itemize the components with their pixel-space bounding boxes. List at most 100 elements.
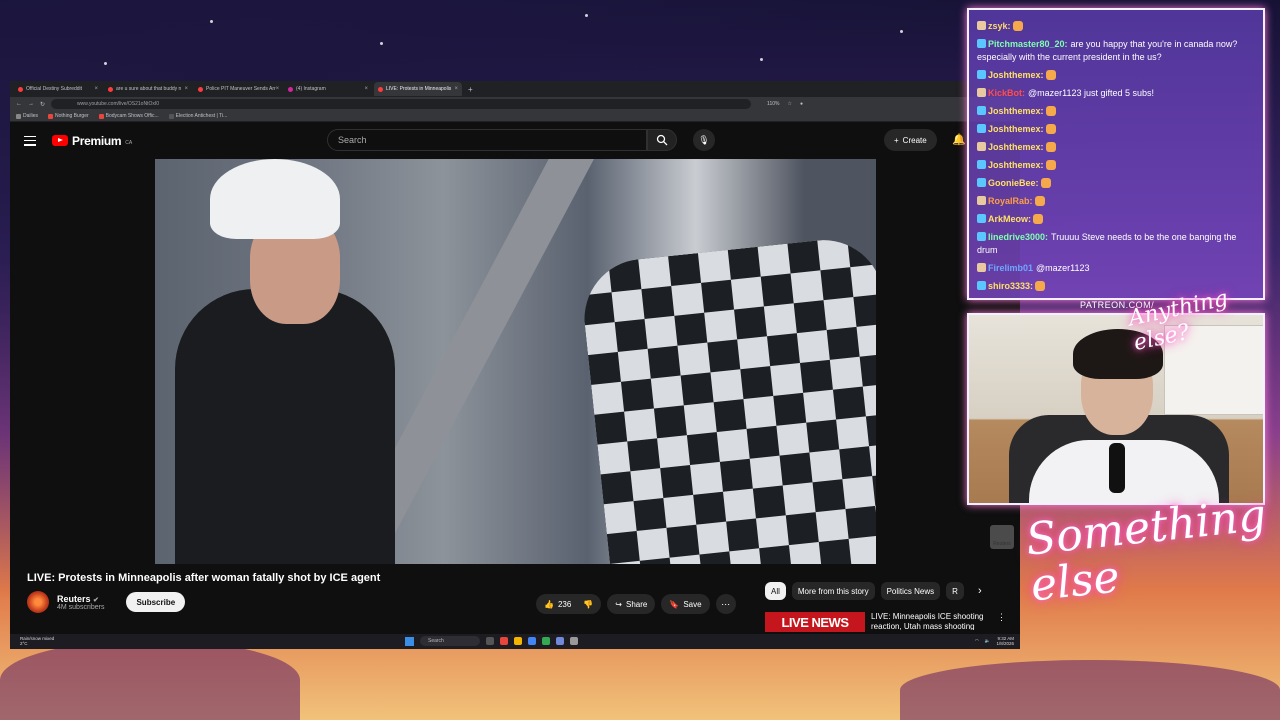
chat-username[interactable]: linedrive3000: bbox=[988, 232, 1048, 242]
task-view-icon[interactable] bbox=[486, 637, 494, 645]
save-label: Save bbox=[683, 599, 702, 609]
weather-widget[interactable]: Rain/snow mixed 2°C bbox=[20, 636, 54, 646]
save-button[interactable]: 🔖 Save bbox=[661, 594, 710, 614]
chevron-right-icon[interactable]: › bbox=[978, 585, 982, 597]
close-icon[interactable]: × bbox=[364, 86, 368, 92]
subscriber-count: 4M subscribers bbox=[57, 603, 105, 611]
chip-more-from-story[interactable]: More from this story bbox=[791, 582, 875, 600]
sub-badge-icon bbox=[977, 214, 986, 223]
browser-icon[interactable] bbox=[500, 637, 508, 645]
chat-username[interactable]: GoonieBee: bbox=[988, 178, 1039, 188]
chip-all[interactable]: All bbox=[765, 582, 786, 600]
system-tray: ◠ 🔈 9:32 AM 1/8/2026 bbox=[975, 636, 1014, 646]
search-button[interactable] bbox=[647, 129, 677, 151]
channel-watermark[interactable]: Reuters bbox=[990, 525, 1014, 549]
chat-username[interactable]: Pitchmaster80_20: bbox=[988, 39, 1068, 49]
chat-text: @mazer1123 just gifted 5 subs! bbox=[1028, 88, 1155, 98]
emote-icon bbox=[1045, 124, 1056, 134]
channel-avatar[interactable] bbox=[27, 591, 49, 613]
webcam-microphone bbox=[1109, 443, 1125, 493]
url-field[interactable]: www.youtube.com/live/OS21oNtOxI0 bbox=[51, 99, 752, 109]
reload-icon[interactable]: ↻ bbox=[40, 101, 45, 108]
chat-username[interactable]: Joshthemex: bbox=[988, 70, 1044, 80]
zoom-level[interactable]: 110% bbox=[767, 101, 779, 107]
browser-tab-active[interactable]: LIVE: Protests in Minneapolis × bbox=[374, 82, 462, 96]
channel-name[interactable]: Reuters ✔ bbox=[57, 594, 104, 604]
volume-icon[interactable]: 🔈 bbox=[985, 638, 991, 644]
browser-tab[interactable]: Police PIT Maneuver Sends Arr × bbox=[194, 82, 282, 96]
tab-label: LIVE: Protests in Minneapolis bbox=[386, 86, 452, 92]
thumbs-down-icon[interactable]: 👎 bbox=[583, 600, 593, 609]
forward-icon[interactable]: → bbox=[28, 101, 34, 107]
chat-message: Firelimb01 @mazer1123 bbox=[977, 262, 1257, 275]
create-button[interactable]: + Create bbox=[884, 129, 937, 151]
chat-username[interactable]: RoyalRab: bbox=[988, 196, 1033, 206]
chat-username[interactable]: Joshthemex: bbox=[988, 142, 1044, 152]
settings-icon[interactable] bbox=[570, 637, 578, 645]
chat-username[interactable]: Joshthemex: bbox=[988, 106, 1044, 116]
like-button[interactable]: 👍 236 👎 bbox=[536, 594, 602, 614]
wifi-icon[interactable]: ◠ bbox=[975, 638, 979, 644]
taskbar-search[interactable]: Search bbox=[420, 636, 480, 646]
instagram-icon bbox=[288, 86, 293, 92]
chat-username[interactable]: zsyk: bbox=[988, 21, 1011, 31]
extensions-icon[interactable]: ● bbox=[800, 101, 803, 107]
microphone-icon[interactable]: 🎙 bbox=[693, 129, 715, 151]
recommended-thumbnail[interactable]: LIVE NEWS bbox=[765, 612, 865, 632]
address-bar-row: ← → ↻ www.youtube.com/live/OS21oNtOxI0 1… bbox=[10, 97, 1020, 111]
more-options-icon[interactable]: ⋮ bbox=[997, 612, 1006, 632]
more-options-icon[interactable]: ⋯ bbox=[715, 594, 736, 614]
youtube-icon bbox=[198, 86, 203, 92]
emote-icon bbox=[1045, 106, 1056, 116]
chip-politics-news[interactable]: Politics News bbox=[880, 582, 941, 600]
chat-message: Joshthemex: bbox=[977, 123, 1257, 136]
bookmark-item[interactable]: Election Antichest | Ti... bbox=[168, 113, 227, 119]
video-player[interactable] bbox=[155, 159, 876, 564]
notifications-icon[interactable]: 🔔 bbox=[952, 133, 966, 146]
bookmark-item[interactable]: Dailies bbox=[16, 113, 38, 119]
chat-message: Joshthemex: bbox=[977, 105, 1257, 118]
chip-truncated[interactable]: R bbox=[946, 582, 964, 600]
tab-label: Police PIT Maneuver Sends Arr bbox=[206, 86, 276, 92]
share-button[interactable]: ↪ Share bbox=[607, 594, 656, 614]
sub-badge-icon bbox=[977, 281, 986, 290]
youtube-icon bbox=[378, 86, 383, 92]
video-frame-detail bbox=[578, 234, 876, 564]
sub-badge-icon bbox=[977, 178, 986, 187]
discord-icon[interactable] bbox=[556, 637, 564, 645]
browser-tab[interactable]: Official Destiny Subreddit × bbox=[14, 82, 102, 96]
star-icon[interactable]: ☆ bbox=[787, 101, 791, 107]
recommended-title[interactable]: LIVE: Minneapolis ICE shooting reaction,… bbox=[871, 612, 991, 630]
browser-tab[interactable]: are u sure about that buddy n × bbox=[104, 82, 192, 96]
app-icon[interactable] bbox=[528, 637, 536, 645]
app-icon[interactable] bbox=[542, 637, 550, 645]
bookmark-label: Bodycam Shows Offic... bbox=[105, 113, 159, 119]
emote-icon bbox=[1033, 214, 1044, 224]
chat-username[interactable]: Firelimb01 bbox=[988, 263, 1033, 273]
subscribe-button[interactable]: Subscribe bbox=[126, 592, 186, 612]
youtube-play-icon bbox=[52, 135, 68, 146]
recommended-video[interactable]: LIVE NEWS LIVE: Minneapolis ICE shooting… bbox=[765, 612, 1006, 632]
back-icon[interactable]: ← bbox=[16, 101, 22, 107]
close-icon[interactable]: × bbox=[276, 86, 280, 92]
search-input[interactable]: Search bbox=[327, 129, 647, 151]
close-icon[interactable]: × bbox=[454, 86, 458, 92]
chat-username[interactable]: Joshthemex: bbox=[988, 124, 1044, 134]
chat-username[interactable]: KickBot: bbox=[988, 88, 1025, 98]
close-icon[interactable]: × bbox=[184, 86, 188, 92]
folder-icon[interactable] bbox=[514, 637, 522, 645]
bookmark-icon: 🔖 bbox=[669, 599, 680, 609]
clock[interactable]: 9:32 AM 1/8/2026 bbox=[996, 636, 1014, 646]
video-title: LIVE: Protests in Minneapolis after woma… bbox=[27, 572, 381, 584]
bookmark-item[interactable]: Nothing Burger bbox=[48, 113, 89, 119]
bookmark-item[interactable]: Bodycam Shows Offic... bbox=[98, 113, 159, 119]
menu-icon[interactable] bbox=[24, 135, 36, 146]
new-tab-button[interactable]: + bbox=[464, 85, 477, 94]
chat-username[interactable]: ArkMeow: bbox=[988, 214, 1031, 224]
chat-username[interactable]: shiro3333: bbox=[988, 281, 1033, 291]
chat-username[interactable]: Joshthemex: bbox=[988, 160, 1044, 170]
windows-start-icon[interactable] bbox=[405, 636, 414, 646]
close-icon[interactable]: × bbox=[94, 86, 98, 92]
browser-tab[interactable]: (4) Instagram × bbox=[284, 82, 372, 96]
youtube-logo[interactable]: Premium CA bbox=[52, 134, 132, 148]
